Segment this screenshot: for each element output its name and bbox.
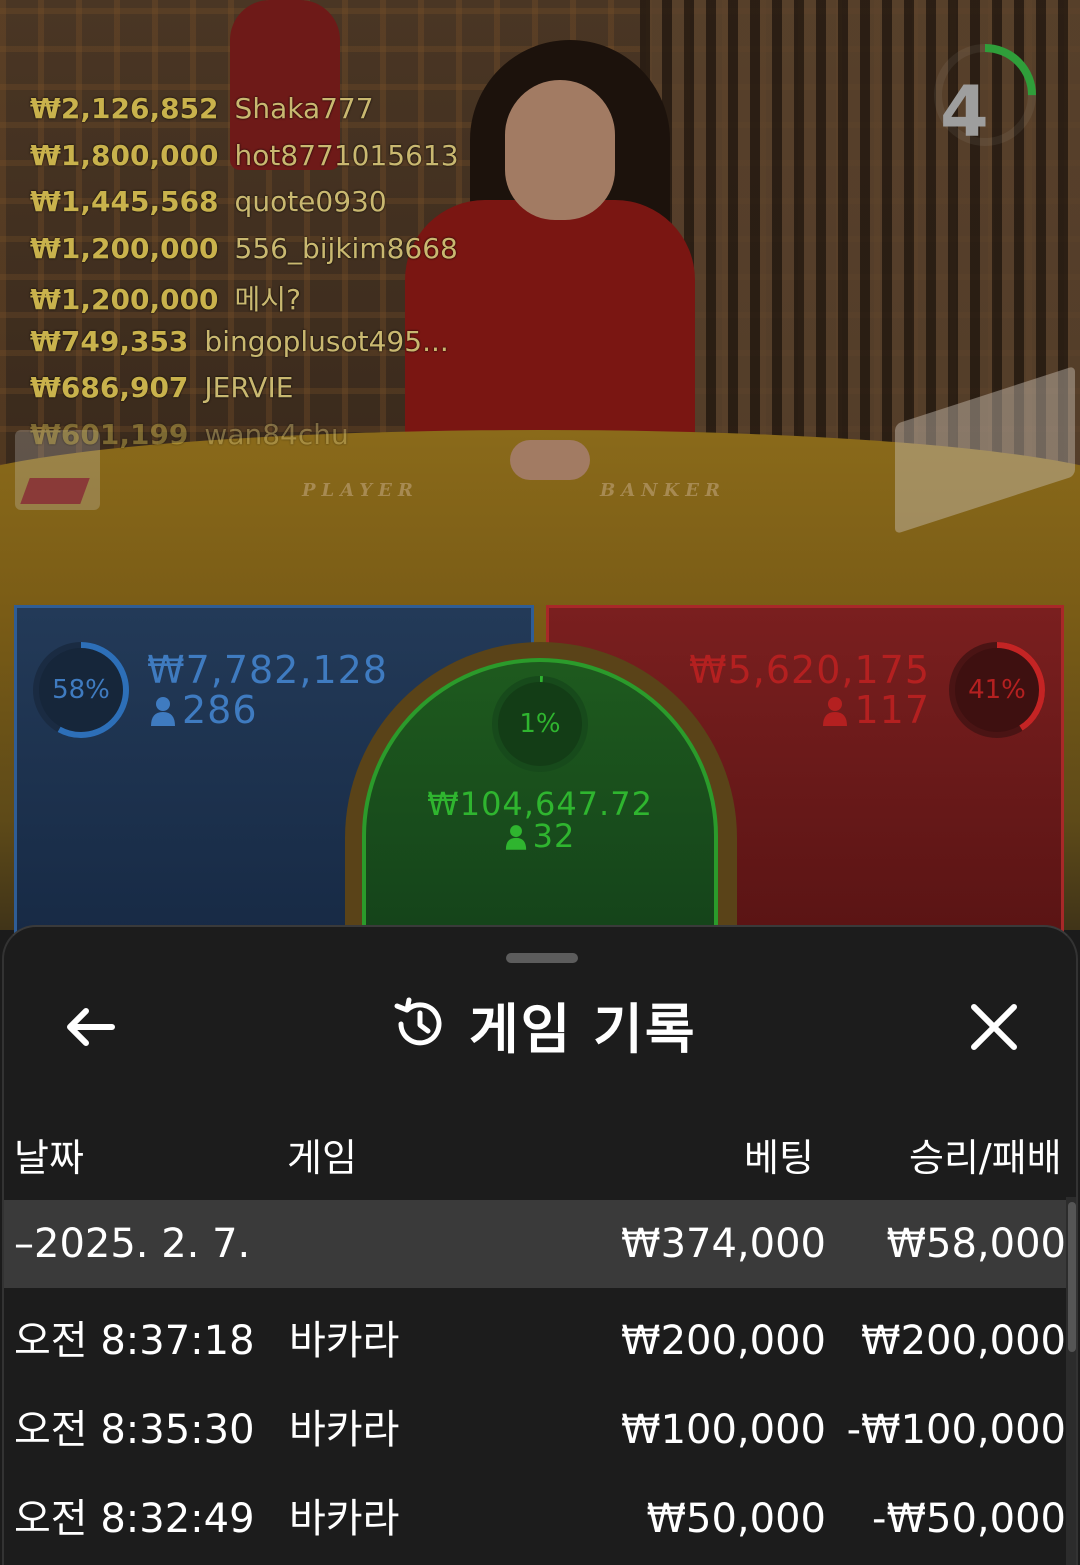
row-bet: ₩100,000 <box>621 1407 826 1453</box>
leader-row: ₩1,800,000 hot8771015613 <box>30 139 459 186</box>
history-row[interactable]: 오전 8:35:30 바카라 ₩100,000 -₩100,000 <box>4 1386 1066 1474</box>
date-group-bet: ₩374,000 <box>621 1221 826 1267</box>
leader-amount: ₩1,200,000 <box>30 283 219 316</box>
dealer-face <box>505 80 615 220</box>
tie-count-value: 32 <box>532 817 576 855</box>
winners-leaderboard: ₩2,126,852 Shaka777 ₩1,800,000 hot87710156… <box>30 92 459 464</box>
sheet-header: 게임 기록 <box>389 989 697 1061</box>
leader-row: ₩1,445,568 quote0930 <box>30 185 459 232</box>
felt-banker-label: BANKER <box>600 480 726 501</box>
leader-name: 556_bijkim8668 <box>234 231 458 265</box>
column-header-result: 승리/패배 <box>909 1136 1062 1180</box>
user-icon <box>151 697 175 726</box>
leader-amount: ₩1,200,000 <box>30 231 219 265</box>
player-percent: 58% <box>52 675 110 705</box>
column-header-date: 날짜 <box>14 1136 84 1180</box>
close-button[interactable] <box>964 997 1024 1057</box>
sheet-title: 게임 기록 <box>469 997 697 1061</box>
row-time: 오전 8:37:18 <box>14 1318 255 1364</box>
arrow-left-icon <box>67 1008 115 1046</box>
game-history-sheet: 게임 기록 날짜 게임 베팅 승리/패배 –2025. 2. 7. ₩374,0… <box>2 925 1078 1565</box>
row-game: 바카라 <box>289 1496 400 1542</box>
user-icon <box>505 825 526 850</box>
banker-percent: 41% <box>968 675 1026 705</box>
tie-count: 32 <box>362 817 718 855</box>
player-count: 286 <box>150 688 258 732</box>
leader-row: ₩749,353 bingoplusot495... <box>30 325 459 372</box>
row-bet: ₩200,000 <box>621 1318 826 1364</box>
player-total-amount: ₩7,782,128 <box>147 648 388 692</box>
banker-count-value: 117 <box>854 688 930 732</box>
row-time: 오전 8:35:30 <box>14 1407 255 1453</box>
banker-count: 117 <box>822 688 930 732</box>
player-count-value: 286 <box>182 688 258 732</box>
felt-player-label: PLAYER <box>302 480 419 501</box>
history-icon <box>394 997 442 1046</box>
banker-total-amount: ₩5,620,175 <box>689 648 930 692</box>
date-group-row[interactable]: –2025. 2. 7. ₩374,000 ₩58,000 <box>4 1200 1066 1288</box>
leader-amount: ₩2,126,852 <box>30 92 219 125</box>
timer-seconds: 4 <box>940 71 989 153</box>
leader-name: hot8771015613 <box>234 138 459 172</box>
row-result: ₩200,000 <box>861 1318 1066 1364</box>
leader-name: wan84chu <box>204 417 349 451</box>
leader-name: bingoplusot495... <box>204 324 449 358</box>
leader-row: ₩1,200,000 556_bijkim8668 <box>30 232 459 279</box>
column-header-game: 게임 <box>287 1136 357 1180</box>
close-icon <box>971 1004 1017 1050</box>
back-button[interactable] <box>60 997 120 1057</box>
column-header-bet: 베팅 <box>744 1136 814 1180</box>
row-bet: ₩50,000 <box>646 1496 826 1542</box>
leader-amount: ₩749,353 <box>30 324 189 358</box>
date-group-result: ₩58,000 <box>886 1221 1066 1267</box>
card-back <box>20 478 90 504</box>
row-game: 바카라 <box>289 1407 400 1453</box>
leader-row: ₩601,199 wan84chu <box>30 418 459 465</box>
leader-amount: ₩686,907 <box>30 371 189 404</box>
leader-amount: ₩1,445,568 <box>30 185 219 218</box>
scrollbar-thumb[interactable] <box>1068 1202 1076 1352</box>
leader-name: quote0930 <box>234 185 387 218</box>
leader-amount: ₩601,199 <box>30 417 189 451</box>
user-icon <box>823 697 848 726</box>
row-time: 오전 8:32:49 <box>14 1496 255 1542</box>
date-group-label: –2025. 2. 7. <box>14 1221 251 1267</box>
history-row[interactable]: 오전 8:37:18 바카라 ₩200,000 ₩200,000 <box>4 1297 1066 1385</box>
leader-row: ₩1,200,000 메시? <box>30 278 459 325</box>
leader-name: 메시? <box>234 283 301 316</box>
row-result: -₩100,000 <box>846 1407 1066 1453</box>
drag-handle[interactable] <box>506 953 578 963</box>
dealer-hand <box>510 440 590 480</box>
tie-percent: 1% <box>519 709 561 739</box>
row-result: -₩50,000 <box>872 1496 1066 1542</box>
row-game: 바카라 <box>289 1318 400 1364</box>
leader-name: Shaka777 <box>234 92 374 125</box>
leader-name: JERVIE <box>204 371 294 404</box>
leader-amount: ₩1,800,000 <box>30 138 219 172</box>
leader-row: ₩686,907 JERVIE <box>30 371 459 418</box>
history-row[interactable]: 오전 8:32:49 바카라 ₩50,000 -₩50,000 <box>4 1475 1066 1563</box>
leader-row: ₩2,126,852 Shaka777 <box>30 92 459 139</box>
